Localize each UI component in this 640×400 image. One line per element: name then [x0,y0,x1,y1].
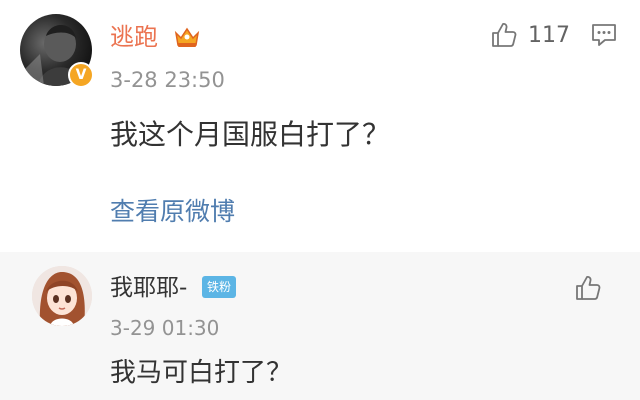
vip-crown-icon [174,27,200,47]
avatar-anime-girl-icon [32,266,92,326]
reply-avatar[interactable] [32,266,92,326]
reply-content: 我马可白打了？ [110,358,293,388]
comment-icon[interactable] [590,22,618,48]
weibo-comment-page: V 逃跑 3-28 23:50 117 我这个月国服白打了？ 查看原微博 我耶耶… [0,0,640,400]
comment-timestamp: 3-28 23:50 [110,68,225,92]
reply-comment: 我耶耶- 铁粉 3-29 01:30 我马可白打了？ [0,252,640,400]
main-avatar-wrapper[interactable]: V [20,14,94,88]
comment-content: 我这个月国服白打了？ [110,118,391,151]
like-count: 117 [528,22,570,48]
reply-username[interactable]: 我耶耶- [110,272,187,304]
fan-badge: 铁粉 [202,276,237,298]
view-original-post-link[interactable]: 查看原微博 [110,195,235,229]
reply-timestamp: 3-29 01:30 [110,316,220,340]
comment-username[interactable]: 逃跑 [110,20,158,54]
thumbs-up-icon [492,23,517,47]
verified-badge-icon: V [68,62,94,88]
thumbs-up-icon[interactable] [574,274,602,302]
like-button[interactable]: 117 [490,20,570,50]
main-comment: V 逃跑 3-28 23:50 117 我这个月国服白打了？ 查看原微博 [0,0,640,252]
